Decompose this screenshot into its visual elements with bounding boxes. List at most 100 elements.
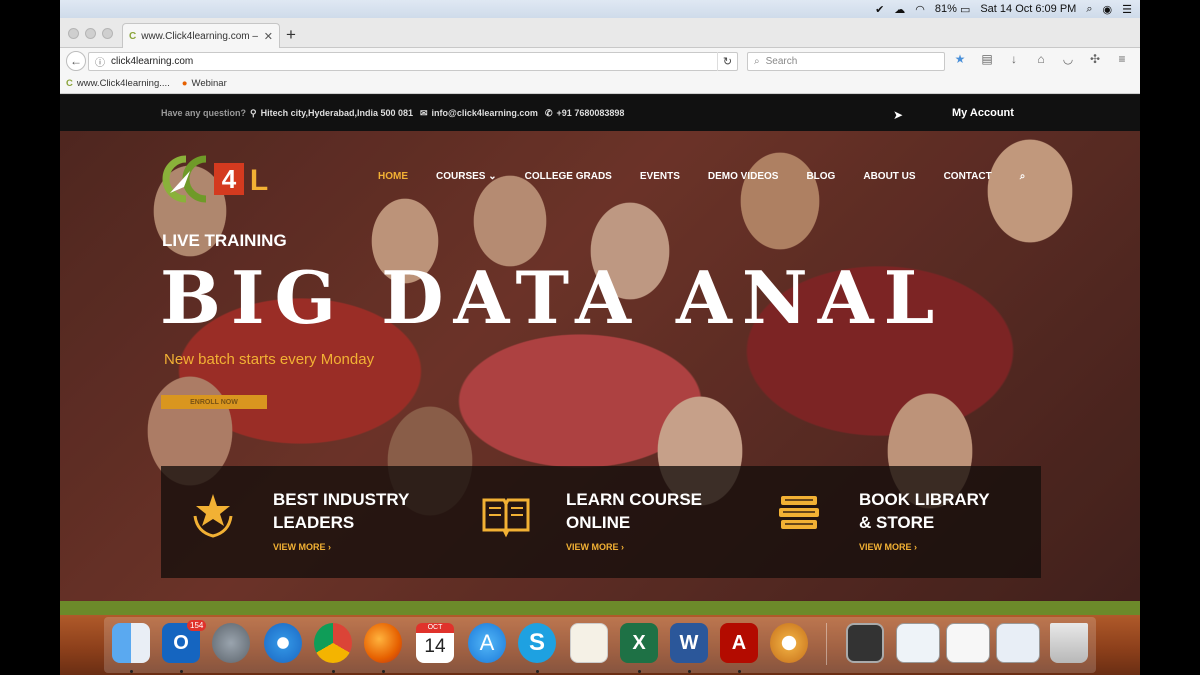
feature-title-line: BOOK LIBRARY [859, 490, 990, 509]
finder-icon[interactable] [112, 623, 150, 663]
battery-indicator[interactable]: 81% ▭ [935, 3, 970, 16]
photos-app-icon[interactable] [770, 623, 808, 663]
app-store-icon[interactable]: A [468, 623, 506, 663]
feature-title-line: LEARN COURSE [566, 490, 703, 509]
site-search-icon[interactable]: ⌕ [1020, 171, 1026, 182]
pocket-icon[interactable]: ◡ [1061, 52, 1075, 66]
zoom-window-button[interactable] [102, 28, 113, 39]
search-placeholder: Search [765, 56, 798, 67]
svg-text:4: 4 [222, 164, 237, 194]
nav-contact[interactable]: CONTACT [944, 171, 992, 182]
bookmark-webinar[interactable]: ● Webinar [182, 78, 227, 89]
trash-icon[interactable] [1050, 623, 1088, 663]
nav-courses[interactable]: COURSES ⌄ [436, 171, 497, 182]
launchpad-icon[interactable] [212, 623, 250, 663]
skype-icon[interactable]: S [518, 623, 556, 663]
url-text: click4learning.com [111, 56, 194, 67]
running-indicator [738, 670, 741, 673]
nav-college-grads[interactable]: COLLEGE GRADS [525, 171, 612, 182]
running-indicator [382, 670, 385, 673]
acrobat-icon[interactable]: A [720, 623, 758, 663]
textedit-icon[interactable] [570, 623, 608, 663]
tab-click4learning[interactable]: C www.Click4learning.com – Ju ✕ [122, 23, 280, 49]
safari-icon[interactable] [264, 623, 302, 663]
chrome-icon[interactable] [314, 623, 352, 663]
spotlight-search-icon[interactable]: ⌕ [1086, 3, 1092, 16]
calendar-day: 14 [424, 636, 446, 657]
feature-title: BOOK LIBRARY & STORE [859, 488, 1029, 534]
battery-percent: 81% [934, 3, 957, 15]
bookmark-label: www.Click4learning.... [76, 78, 170, 89]
checkmark-status-icon[interactable]: ✔ [875, 3, 884, 16]
search-icon: ⌕ [754, 56, 760, 67]
reload-button[interactable]: ↻ [717, 52, 737, 71]
word-icon[interactable]: W [670, 623, 708, 663]
reading-list-icon[interactable]: ▤ [980, 52, 994, 66]
feature-title-line: LEADERS [273, 513, 355, 532]
site-logo[interactable]: 4 L [162, 153, 282, 205]
location-pin-icon: ⚲ [250, 107, 257, 118]
wifi-icon[interactable]: ◠ [915, 3, 925, 16]
phone-icon: ✆ [545, 107, 553, 118]
feature-title: BEST INDUSTRY LEADERS [273, 488, 443, 534]
nav-courses-label: COURSES [436, 171, 486, 182]
minimized-window-terminal[interactable] [846, 623, 884, 663]
clock[interactable]: Sat 14 Oct 6:09 PM [980, 3, 1076, 15]
info-icon[interactable]: ⓘ [95, 54, 105, 69]
close-window-button[interactable] [68, 28, 79, 39]
dock: O 154 OCT 14 A S X W A [60, 615, 1140, 675]
new-tab-button[interactable]: + [286, 25, 296, 45]
cloud-upload-icon[interactable]: ☁ [894, 3, 905, 16]
site-favicon-icon: C [66, 78, 73, 89]
nav-demo-videos[interactable]: DEMO VIDEOS [708, 171, 779, 182]
minimized-window-outlook-2[interactable] [996, 623, 1040, 663]
siri-icon[interactable]: ◉ [1103, 3, 1113, 16]
hero-subtitle: New batch starts every Monday [164, 351, 375, 368]
hero-title: BIG DATA ANAL [160, 255, 945, 340]
url-bar[interactable]: ⓘ click4learning.com [88, 52, 738, 71]
calendar-icon[interactable]: OCT 14 [416, 623, 454, 663]
tab-strip: C www.Click4learning.com – Ju ✕ + [60, 18, 1140, 49]
minimize-window-button[interactable] [85, 28, 96, 39]
phone-text: +91 7680083898 [556, 108, 625, 118]
search-input[interactable]: ⌕ Search [747, 52, 945, 71]
star-laurel-icon [193, 494, 233, 538]
bookmark-star-icon[interactable]: ★ [953, 52, 967, 66]
firefox-icon[interactable] [364, 623, 402, 663]
open-book-icon [482, 498, 530, 538]
download-icon[interactable]: ↓ [1007, 52, 1021, 66]
my-account-link[interactable]: My Account [952, 107, 1014, 119]
outlook-unread-badge: 154 [187, 620, 207, 631]
view-more-link[interactable]: VIEW MORE › [566, 542, 624, 552]
email-link[interactable]: ✉ info@click4learning.com [420, 108, 538, 119]
website: Have any question? ⚲ Hitech city,Hyderab… [60, 95, 1140, 615]
running-indicator [180, 670, 183, 673]
extension-icon[interactable]: ✣ [1088, 52, 1102, 66]
home-icon[interactable]: ⌂ [1034, 52, 1048, 66]
close-tab-icon[interactable]: ✕ [264, 30, 273, 43]
view-more-link[interactable]: VIEW MORE › [859, 542, 917, 552]
excel-icon[interactable]: X [620, 623, 658, 663]
contact-topbar: Have any question? ⚲ Hitech city,Hyderab… [60, 95, 1140, 131]
feature-title-line: ONLINE [566, 513, 631, 532]
mouse-pointer-icon: ➤ [893, 108, 904, 122]
minimized-window-skype[interactable] [946, 623, 990, 663]
envelope-icon: ✉ [420, 107, 428, 118]
bookmark-click4learning[interactable]: C www.Click4learning.... [66, 78, 170, 89]
nav-events[interactable]: EVENTS [640, 171, 680, 182]
toolbar-icons: ★ ▤ ↓ ⌂ ◡ ✣ ≡ [953, 52, 1129, 66]
bookmarks-toolbar: C www.Click4learning.... ● Webinar [60, 74, 1140, 94]
minimized-window-outlook[interactable] [896, 623, 940, 663]
nav-about-us[interactable]: ABOUT US [863, 171, 915, 182]
enroll-button[interactable]: ENROLL NOW [161, 395, 267, 409]
window-controls [68, 28, 113, 39]
notification-center-icon[interactable]: ☰ [1122, 3, 1132, 16]
phone-link[interactable]: ✆ +91 7680083898 [545, 108, 624, 119]
view-more-link[interactable]: VIEW MORE › [273, 542, 331, 552]
nav-blog[interactable]: BLOG [806, 171, 835, 182]
back-button[interactable]: ← [66, 51, 86, 71]
menu-bar: ✔ ☁ ◠ 81% ▭ Sat 14 Oct 6:09 PM ⌕ ◉ ☰ [60, 0, 1140, 18]
nav-home[interactable]: HOME [378, 171, 408, 182]
navigation-toolbar: ← ⓘ click4learning.com ↻ ⌕ Search ★ ▤ ↓ … [60, 48, 1140, 74]
hamburger-menu-icon[interactable]: ≡ [1115, 52, 1129, 66]
